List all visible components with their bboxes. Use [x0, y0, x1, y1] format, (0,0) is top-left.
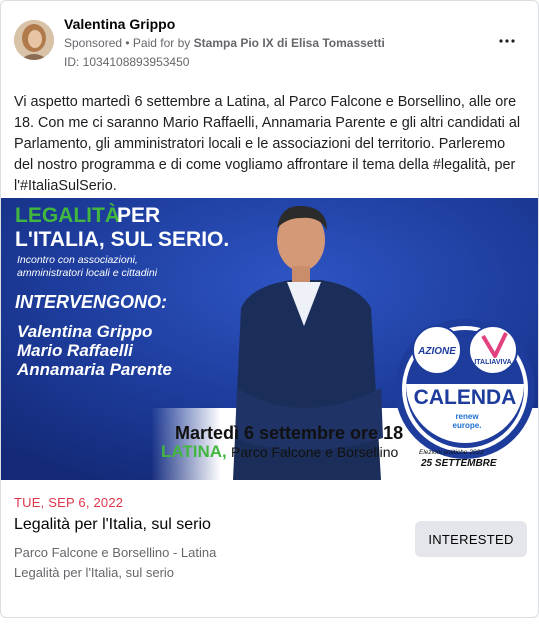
- event-date: TUE, SEP 6, 2022: [14, 495, 124, 510]
- headline-white-2: L'ITALIA, SUL SERIO.: [15, 228, 229, 251]
- logo-calenda: CALENDA: [414, 386, 517, 409]
- sponsored-label: Sponsored: [64, 36, 123, 50]
- post-body-text: Vi aspetto martedì 6 settembre a Latina,…: [14, 94, 521, 194]
- party-logo: AZIONE ITALIAVIVA CALENDA renew europe.: [395, 319, 535, 459]
- page-name[interactable]: Valentina Grippo: [64, 16, 175, 32]
- subhead-2: amministratori locali e cittadini: [17, 267, 158, 279]
- interested-button[interactable]: INTERESTED: [415, 521, 527, 557]
- ad-banner: LEGALITÀ PER L'ITALIA, SUL SERIO. Incont…: [1, 198, 538, 480]
- avatar-image: [14, 20, 54, 60]
- ad-card: Valentina Grippo Sponsored • Paid for by…: [0, 0, 539, 618]
- paid-for-by: Stampa Pio IX di Elisa Tomassetti: [193, 36, 385, 50]
- logo-italiaviva: ITALIAVIVA: [474, 359, 511, 366]
- headline-green: LEGALITÀ: [15, 204, 120, 227]
- event-location: Parco Falcone e Borsellino - Latina: [14, 545, 217, 560]
- logo-renew-2: europe.: [453, 421, 482, 430]
- logo-azione: AZIONE: [417, 346, 456, 357]
- ad-id: ID: 1034108893953450: [64, 55, 190, 69]
- creative-date-line: Martedì 6 settembre ore 18: [175, 423, 403, 443]
- avatar[interactable]: [14, 20, 54, 60]
- logo-renew-1: renew: [455, 412, 479, 421]
- creative-city: LATINA,: [161, 442, 227, 461]
- creative-place: Parco Falcone e Borsellino: [231, 444, 399, 460]
- elections-line: Elezioni politiche 2022: [419, 449, 484, 456]
- more-options-button[interactable]: [493, 29, 521, 53]
- elections-date: 25 SETTEMBRE: [420, 458, 497, 469]
- subhead-1: Incontro con associazioni,: [17, 254, 138, 266]
- speakers-title: INTERVENGONO:: [15, 292, 167, 312]
- event-title[interactable]: Legalità per l'Italia, sul serio: [14, 516, 211, 534]
- event-description: Legalità per l'Italia, sul serio: [14, 565, 175, 580]
- speaker-3: Annamaria Parente: [16, 360, 172, 379]
- ad-creative-image[interactable]: LEGALITÀ PER L'ITALIA, SUL SERIO. Incont…: [1, 198, 538, 480]
- headline-white-1: PER: [117, 204, 160, 227]
- speaker-1: Valentina Grippo: [17, 322, 152, 341]
- paid-for-prefix: • Paid for by: [125, 36, 191, 50]
- more-horizontal-icon: [499, 39, 515, 43]
- speaker-2: Mario Raffaelli: [17, 341, 134, 360]
- sponsor-line: Sponsored • Paid for by Stampa Pio IX di…: [64, 36, 385, 50]
